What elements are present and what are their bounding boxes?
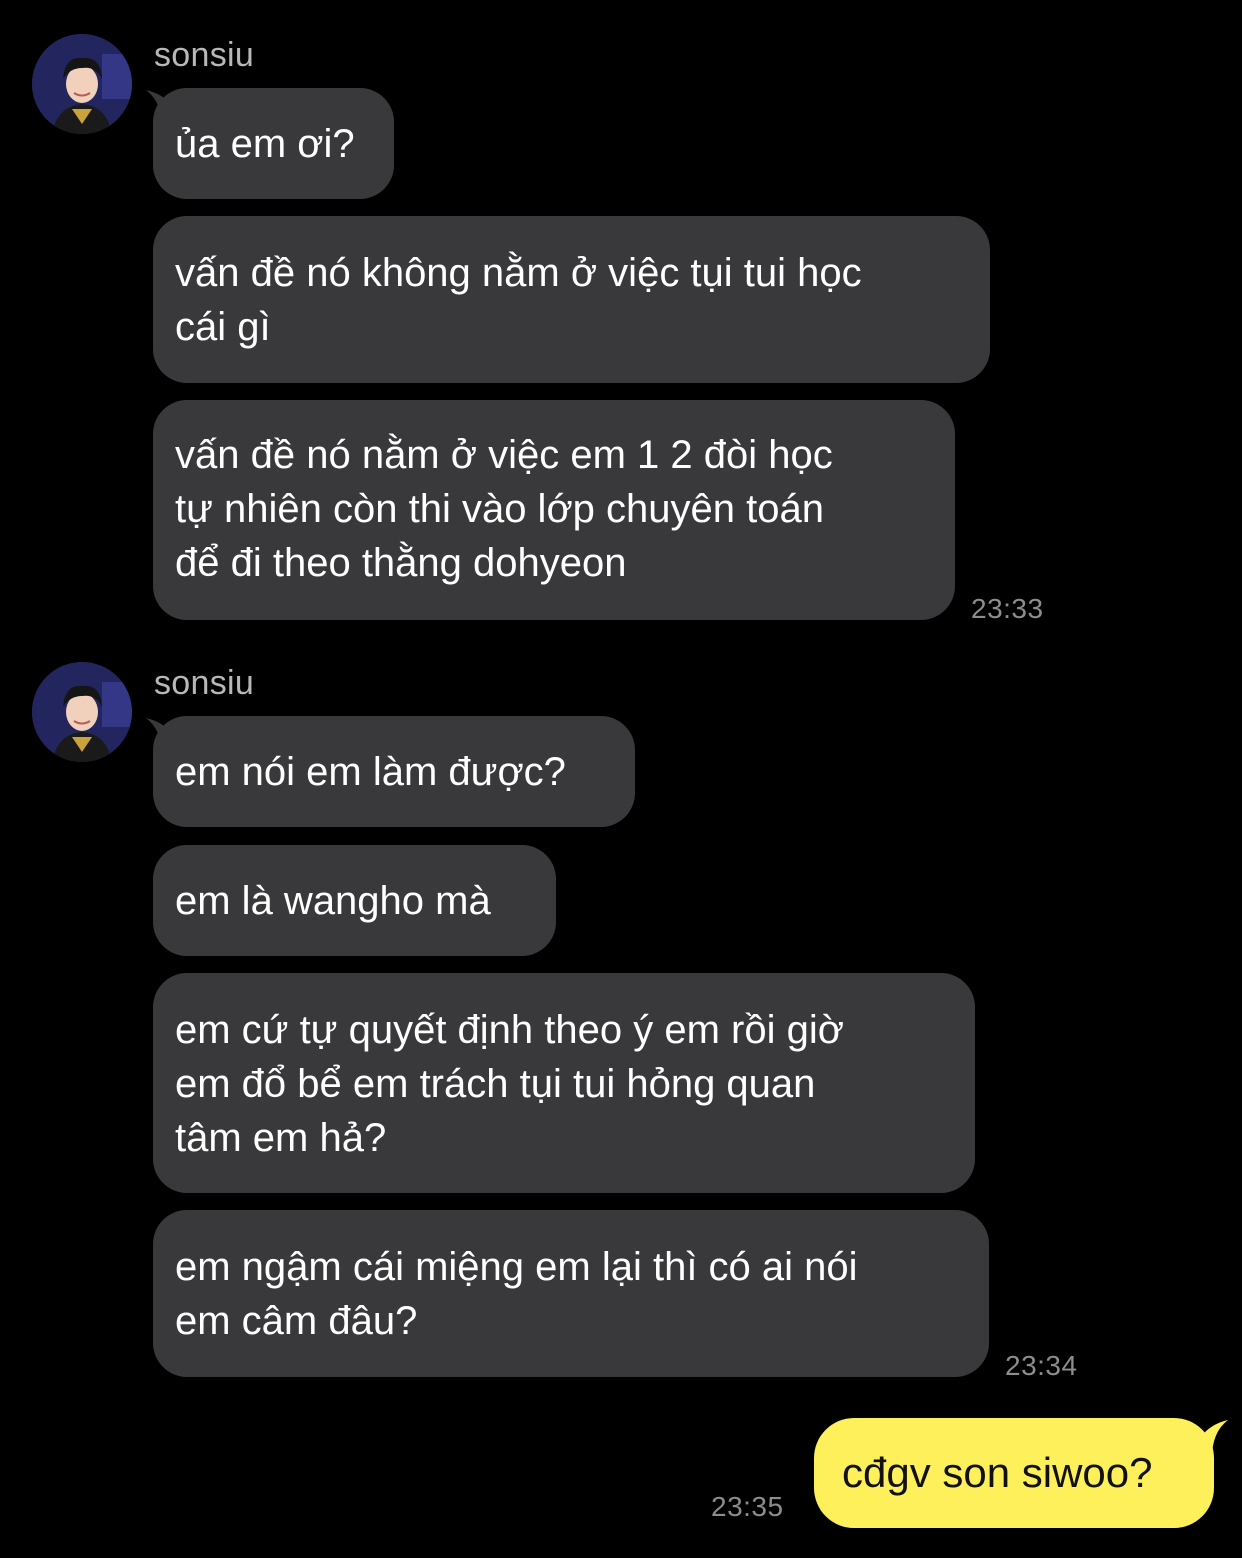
- profile-photo-avatar-icon: [32, 662, 132, 762]
- profile-photo-avatar-icon: [32, 34, 132, 134]
- sender-name: sonsiu: [154, 664, 255, 702]
- sender-avatar[interactable]: [32, 34, 132, 134]
- message-timestamp: 23:35: [711, 1491, 784, 1522]
- incoming-message-bubble[interactable]: vấn đề nó nằm ở việc em 1 2 đòi học tự n…: [153, 400, 955, 620]
- incoming-message-bubble[interactable]: vấn đề nó không nằm ở việc tụi tui học c…: [153, 216, 990, 383]
- incoming-message-bubble[interactable]: em nói em làm được?: [153, 716, 635, 827]
- incoming-message-bubble[interactable]: em cứ tự quyết định theo ý em rồi giờ em…: [153, 973, 975, 1193]
- incoming-message-bubble[interactable]: ủa em ơi?: [153, 88, 394, 199]
- sender-name: sonsiu: [154, 36, 255, 74]
- incoming-message-bubble[interactable]: em là wangho mà: [153, 845, 556, 956]
- incoming-message-bubble[interactable]: em ngậm cái miệng em lại thì có ai nói e…: [153, 1210, 989, 1377]
- sender-avatar[interactable]: [32, 662, 132, 762]
- outgoing-message-bubble[interactable]: cđgv son siwoo?: [814, 1418, 1214, 1528]
- message-timestamp: 23:33: [971, 593, 1044, 624]
- message-timestamp: 23:34: [1005, 1350, 1078, 1381]
